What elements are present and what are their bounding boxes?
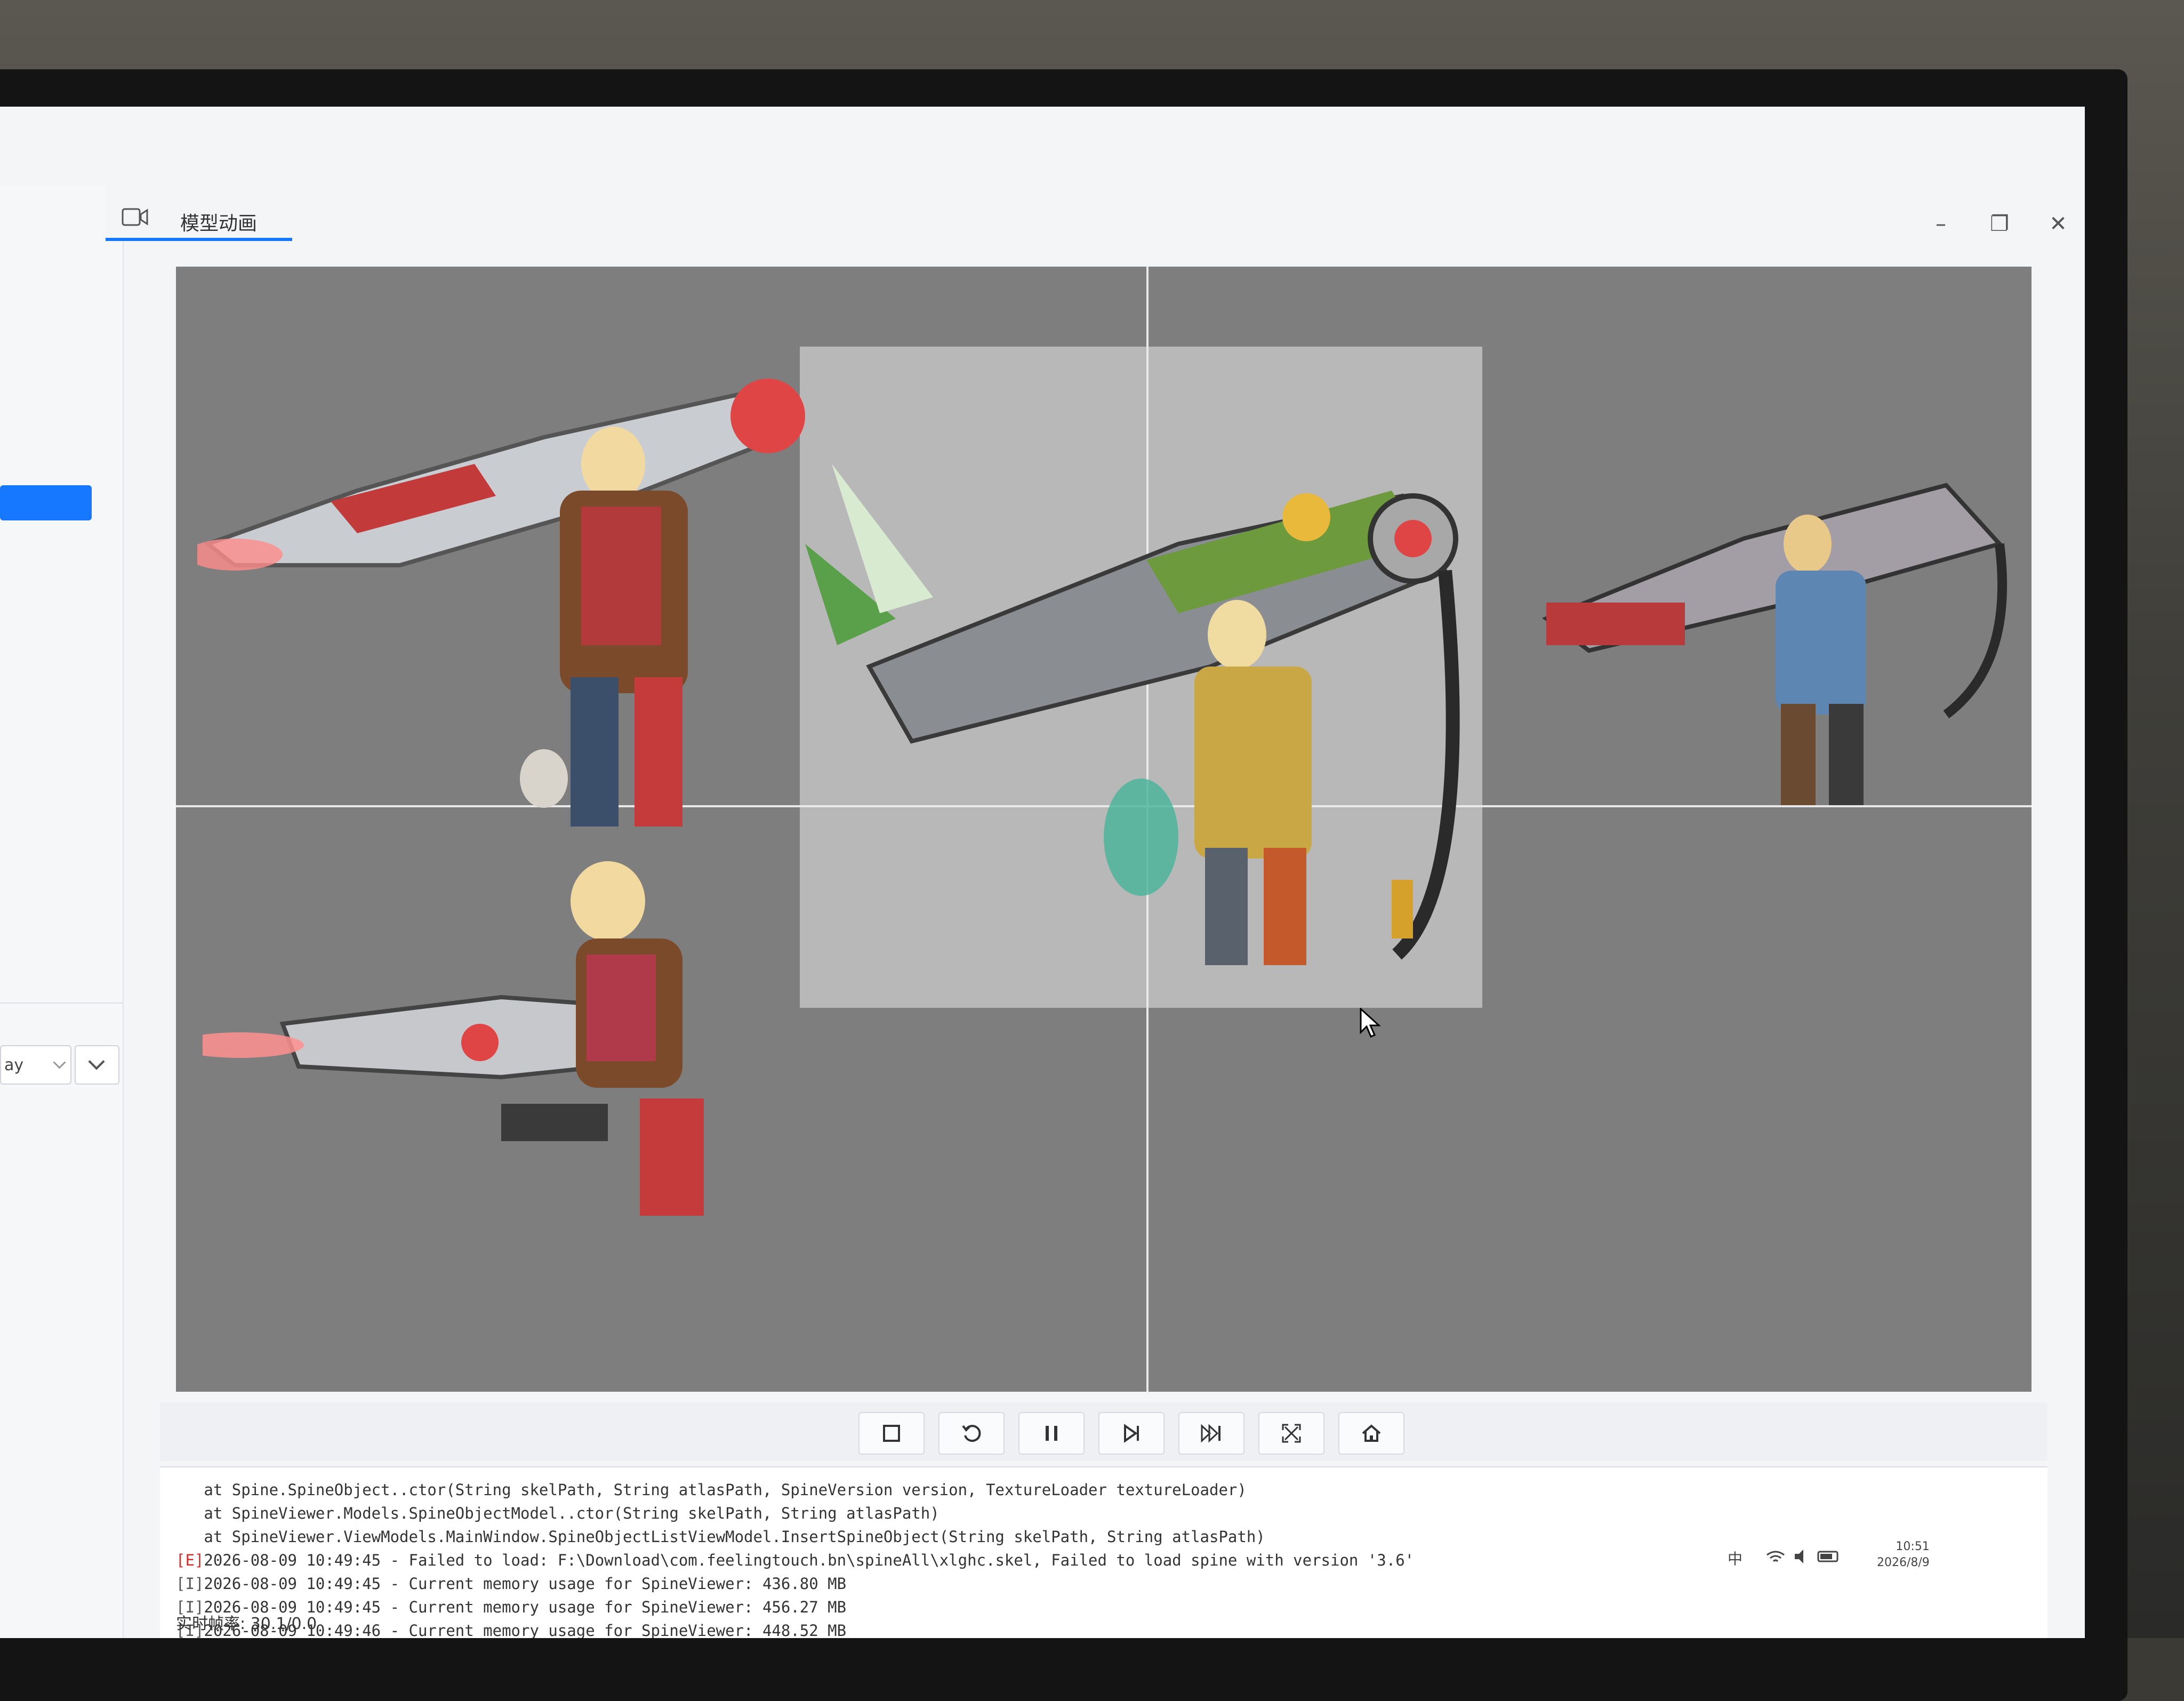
video-icon bbox=[122, 208, 148, 226]
fps-status: 实时帧率: 30.1/0.0 bbox=[176, 1615, 317, 1633]
tab-strip bbox=[106, 187, 2085, 238]
sidebar-selected-item[interactable] bbox=[0, 485, 92, 520]
close-button[interactable]: ✕ bbox=[2037, 208, 2079, 240]
clock-date: 2026/8/9 bbox=[1877, 1556, 1930, 1569]
character-sprite[interactable] bbox=[197, 315, 864, 848]
dropdown-button[interactable] bbox=[75, 1045, 119, 1085]
fast-forward-icon bbox=[1201, 1424, 1221, 1443]
log-line: at SpineViewer.ViewModels.MainWindow.Spi… bbox=[176, 1525, 1414, 1548]
sidebar-divider bbox=[0, 1002, 123, 1004]
log-line: [E]2026-08-09 10:49:45 - Failed to load:… bbox=[176, 1548, 1414, 1572]
input-language-indicator[interactable]: 中 bbox=[1728, 1547, 1743, 1569]
log-text: 2026-08-09 10:49:45 - Failed to load: F:… bbox=[204, 1551, 1415, 1569]
chevron-down-icon bbox=[53, 1056, 66, 1069]
tab-model-animation[interactable]: 模型动画 bbox=[106, 197, 292, 241]
playback-controls bbox=[160, 1402, 2048, 1461]
fit-view-button[interactable] bbox=[1258, 1412, 1324, 1455]
log-line: [I]2026-08-09 10:49:46 - Current memory … bbox=[176, 1619, 1414, 1638]
tab-label: 模型动画 bbox=[180, 213, 258, 235]
minimize-button[interactable]: – bbox=[1920, 208, 1962, 240]
fast-forward-button[interactable] bbox=[1178, 1412, 1244, 1455]
sidebar-combo[interactable]: ay bbox=[0, 1045, 71, 1085]
character-sprite[interactable] bbox=[203, 853, 762, 1258]
log-lines: at Spine.SpineObject..ctor(String skelPa… bbox=[176, 1478, 1414, 1638]
sidebar-combo-value: ay bbox=[4, 1056, 24, 1074]
step-forward-button[interactable] bbox=[1098, 1412, 1165, 1455]
log-level: [E] bbox=[176, 1551, 204, 1569]
home-button[interactable] bbox=[1338, 1412, 1404, 1455]
wifi-icon bbox=[1767, 1550, 1838, 1563]
log-text: at SpineViewer.Models.SpineObjectModel..… bbox=[176, 1504, 940, 1522]
log-level: [I] bbox=[176, 1575, 204, 1593]
log-line: at SpineViewer.Models.SpineObjectModel..… bbox=[176, 1502, 1414, 1525]
log-line: [I]2026-08-09 10:49:45 - Current memory … bbox=[176, 1595, 1414, 1619]
chevron-down-icon bbox=[88, 1053, 105, 1070]
fullscreen-icon bbox=[1282, 1424, 1301, 1443]
system-tray: 中 10:51 2026/8/9 bbox=[1706, 1536, 2005, 1578]
stop-button[interactable] bbox=[858, 1412, 925, 1455]
screen: ay 模型动画 – ❐ ✕ at Spine.SpineObject..ctor… bbox=[0, 107, 2085, 1638]
restart-icon bbox=[962, 1425, 981, 1442]
log-text: at SpineViewer.ViewModels.MainWindow.Spi… bbox=[176, 1528, 1265, 1546]
pause-button[interactable] bbox=[1018, 1412, 1085, 1455]
log-text: 2026-08-09 10:49:45 - Current memory usa… bbox=[204, 1575, 847, 1593]
log-line: [I]2026-08-09 10:49:45 - Current memory … bbox=[176, 1572, 1414, 1595]
wifi-volume-battery-icons[interactable] bbox=[1765, 1547, 1845, 1569]
maximize-button[interactable]: ❐ bbox=[1978, 208, 2021, 240]
step-forward-icon bbox=[1124, 1424, 1139, 1443]
mouse-cursor-icon bbox=[1360, 1008, 1381, 1038]
pause-icon bbox=[1046, 1426, 1057, 1441]
log-text: at Spine.SpineObject..ctor(String skelPa… bbox=[176, 1481, 1247, 1499]
square-icon bbox=[883, 1425, 900, 1442]
home-icon bbox=[1362, 1424, 1381, 1442]
clock-time: 10:51 bbox=[1896, 1540, 1930, 1553]
spine-viewport[interactable] bbox=[176, 267, 2032, 1392]
character-sprite[interactable] bbox=[773, 368, 1493, 1018]
character-sprite[interactable] bbox=[1541, 427, 2010, 811]
log-line: at Spine.SpineObject..ctor(String skelPa… bbox=[176, 1478, 1414, 1502]
restart-button[interactable] bbox=[938, 1412, 1005, 1455]
clock[interactable]: 10:51 2026/8/9 bbox=[1877, 1539, 1930, 1571]
sidebar: ay bbox=[0, 187, 124, 1638]
